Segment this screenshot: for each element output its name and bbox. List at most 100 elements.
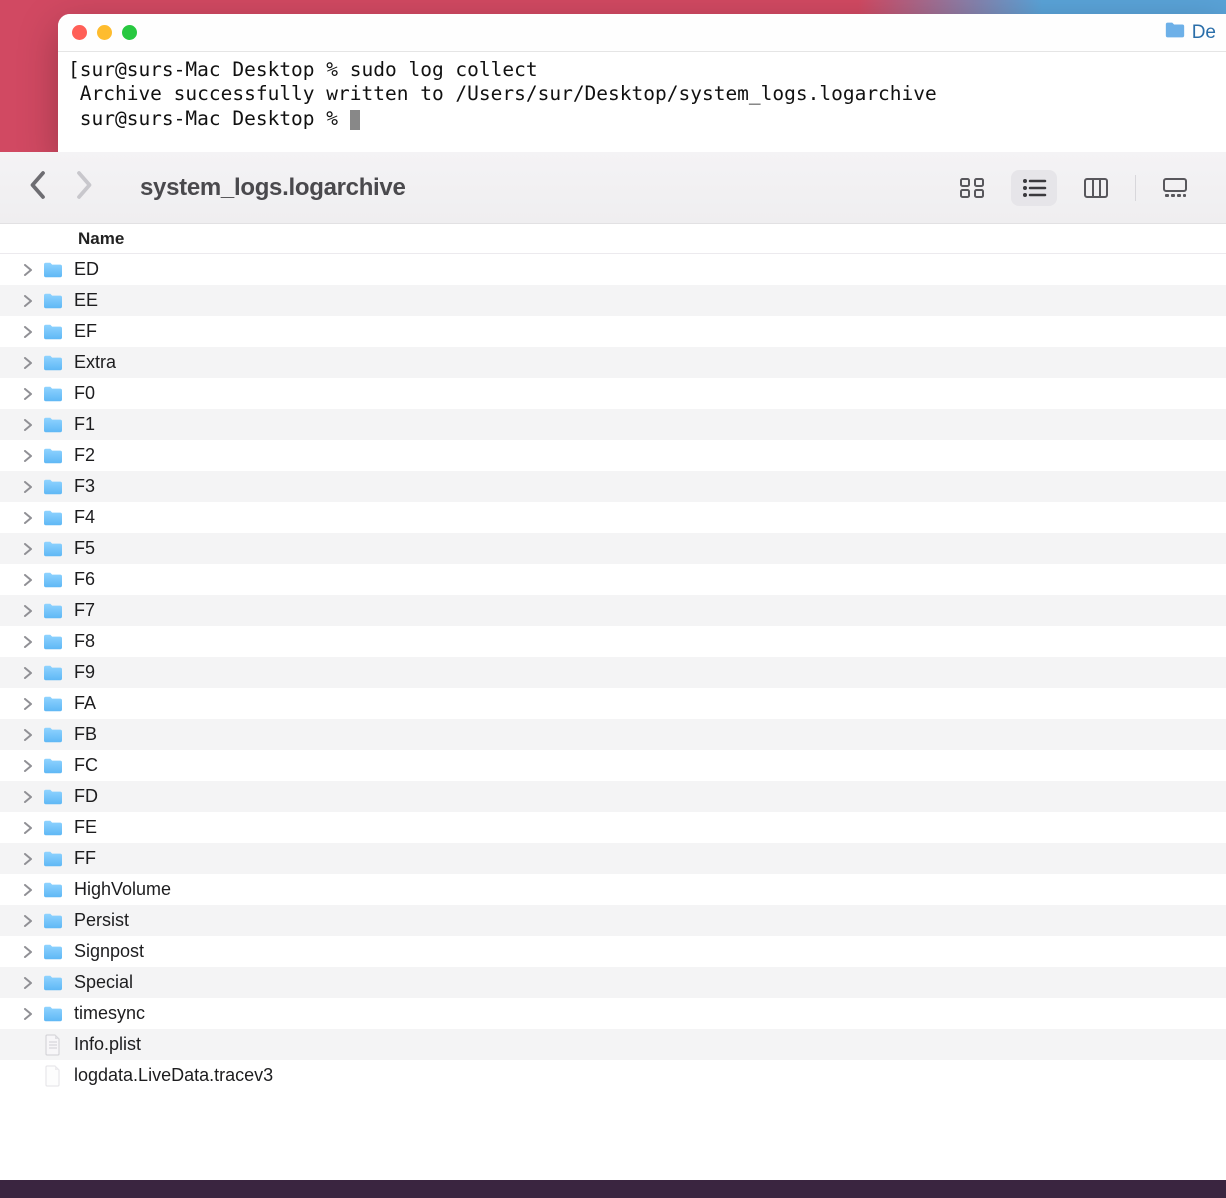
- file-name[interactable]: timesync: [74, 1003, 145, 1024]
- file-row[interactable]: HighVolume: [0, 874, 1226, 905]
- file-row[interactable]: ED: [0, 254, 1226, 285]
- file-name[interactable]: F6: [74, 569, 95, 590]
- terminal-cursor: [350, 110, 360, 130]
- folder-icon: [42, 817, 64, 839]
- file-name[interactable]: HighVolume: [74, 879, 171, 900]
- file-row[interactable]: F2: [0, 440, 1226, 471]
- file-name[interactable]: Info.plist: [74, 1034, 141, 1055]
- file-name[interactable]: Special: [74, 972, 133, 993]
- file-row[interactable]: F4: [0, 502, 1226, 533]
- disclosure-triangle-icon[interactable]: [20, 419, 36, 431]
- file-row[interactable]: FD: [0, 781, 1226, 812]
- file-row[interactable]: F5: [0, 533, 1226, 564]
- file-row[interactable]: Info.plist: [0, 1029, 1226, 1060]
- file-row[interactable]: Special: [0, 967, 1226, 998]
- file-name[interactable]: logdata.LiveData.tracev3: [74, 1065, 273, 1086]
- disclosure-triangle-icon[interactable]: [20, 326, 36, 338]
- disclosure-triangle-icon[interactable]: [20, 1008, 36, 1020]
- file-name[interactable]: Extra: [74, 352, 116, 373]
- file-row[interactable]: Extra: [0, 347, 1226, 378]
- file-row[interactable]: FF: [0, 843, 1226, 874]
- file-name[interactable]: F5: [74, 538, 95, 559]
- file-name[interactable]: F8: [74, 631, 95, 652]
- forward-button[interactable]: [74, 170, 96, 205]
- file-name[interactable]: F9: [74, 662, 95, 683]
- disclosure-triangle-icon[interactable]: [20, 512, 36, 524]
- minimize-button[interactable]: [97, 25, 112, 40]
- file-name[interactable]: EF: [74, 321, 97, 342]
- file-row[interactable]: F1: [0, 409, 1226, 440]
- disclosure-triangle-icon[interactable]: [20, 574, 36, 586]
- folder-icon: [1164, 19, 1186, 47]
- finder-title: system_logs.logarchive: [140, 174, 406, 202]
- close-button[interactable]: [72, 25, 87, 40]
- file-name[interactable]: FE: [74, 817, 97, 838]
- terminal-output[interactable]: [sur@surs-Mac Desktop % sudo log collect…: [58, 52, 1226, 155]
- file-row[interactable]: Signpost: [0, 936, 1226, 967]
- icon-view-button[interactable]: [949, 170, 995, 206]
- file-row[interactable]: FC: [0, 750, 1226, 781]
- file-row[interactable]: Persist: [0, 905, 1226, 936]
- disclosure-triangle-icon[interactable]: [20, 388, 36, 400]
- file-name[interactable]: FB: [74, 724, 97, 745]
- file-name[interactable]: Signpost: [74, 941, 144, 962]
- disclosure-triangle-icon[interactable]: [20, 791, 36, 803]
- disclosure-triangle-icon[interactable]: [20, 760, 36, 772]
- zoom-button[interactable]: [122, 25, 137, 40]
- column-header-row[interactable]: Name: [0, 224, 1226, 254]
- file-row[interactable]: F3: [0, 471, 1226, 502]
- disclosure-triangle-icon[interactable]: [20, 884, 36, 896]
- file-name[interactable]: FC: [74, 755, 98, 776]
- file-row[interactable]: F7: [0, 595, 1226, 626]
- disclosure-triangle-icon[interactable]: [20, 915, 36, 927]
- disclosure-triangle-icon[interactable]: [20, 636, 36, 648]
- folder-icon: [42, 290, 64, 312]
- file-name[interactable]: F4: [74, 507, 95, 528]
- file-row[interactable]: FB: [0, 719, 1226, 750]
- file-row[interactable]: EE: [0, 285, 1226, 316]
- gallery-view-button[interactable]: [1152, 170, 1198, 206]
- file-name[interactable]: ED: [74, 259, 99, 280]
- disclosure-triangle-icon[interactable]: [20, 450, 36, 462]
- disclosure-triangle-icon[interactable]: [20, 605, 36, 617]
- file-name[interactable]: F0: [74, 383, 95, 404]
- file-name[interactable]: F7: [74, 600, 95, 621]
- column-view-button[interactable]: [1073, 170, 1119, 206]
- file-name[interactable]: FA: [74, 693, 96, 714]
- column-header-name[interactable]: Name: [78, 229, 124, 249]
- disclosure-triangle-icon[interactable]: [20, 822, 36, 834]
- disclosure-triangle-icon[interactable]: [20, 667, 36, 679]
- file-row[interactable]: F8: [0, 626, 1226, 657]
- terminal-titlebar[interactable]: De: [58, 14, 1226, 52]
- disclosure-triangle-icon[interactable]: [20, 946, 36, 958]
- file-row[interactable]: F0: [0, 378, 1226, 409]
- disclosure-triangle-icon[interactable]: [20, 295, 36, 307]
- file-name[interactable]: F2: [74, 445, 95, 466]
- file-name[interactable]: FF: [74, 848, 96, 869]
- file-row[interactable]: EF: [0, 316, 1226, 347]
- disclosure-triangle-icon[interactable]: [20, 977, 36, 989]
- file-row[interactable]: FE: [0, 812, 1226, 843]
- file-row[interactable]: F9: [0, 657, 1226, 688]
- file-list[interactable]: ED EE EF Extra F0 F1 F2 F3 F4 F5 F6 F7 F8 F9 FA FB FC FD F…: [0, 254, 1226, 1180]
- file-name[interactable]: F1: [74, 414, 95, 435]
- list-view-button[interactable]: [1011, 170, 1057, 206]
- file-name[interactable]: EE: [74, 290, 98, 311]
- disclosure-triangle-icon[interactable]: [20, 264, 36, 276]
- file-name[interactable]: F3: [74, 476, 95, 497]
- folder-icon: [42, 631, 64, 653]
- disclosure-triangle-icon[interactable]: [20, 481, 36, 493]
- disclosure-triangle-icon[interactable]: [20, 698, 36, 710]
- disclosure-triangle-icon[interactable]: [20, 853, 36, 865]
- file-row[interactable]: FA: [0, 688, 1226, 719]
- file-row[interactable]: F6: [0, 564, 1226, 595]
- disclosure-triangle-icon[interactable]: [20, 543, 36, 555]
- folder-icon: [42, 1003, 64, 1025]
- file-row[interactable]: timesync: [0, 998, 1226, 1029]
- file-name[interactable]: Persist: [74, 910, 129, 931]
- back-button[interactable]: [26, 170, 48, 205]
- file-name[interactable]: FD: [74, 786, 98, 807]
- disclosure-triangle-icon[interactable]: [20, 729, 36, 741]
- file-row[interactable]: logdata.LiveData.tracev3: [0, 1060, 1226, 1091]
- disclosure-triangle-icon[interactable]: [20, 357, 36, 369]
